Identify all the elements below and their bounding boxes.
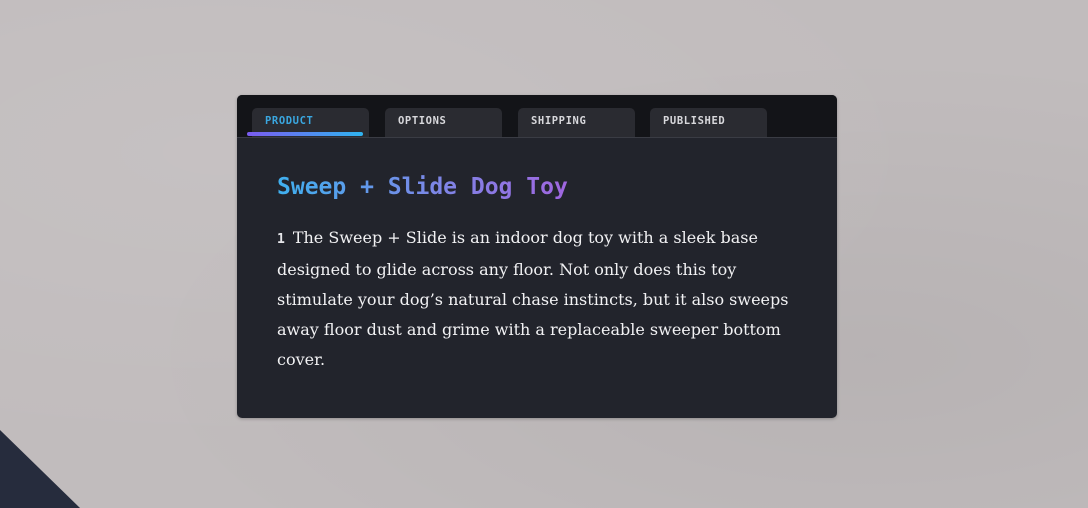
- corner-decoration: [0, 430, 80, 508]
- tab-published[interactable]: PUBLISHED: [650, 108, 767, 137]
- active-tab-indicator: [247, 132, 363, 136]
- product-description-text: The Sweep + Slide is an indoor dog toy w…: [277, 228, 789, 369]
- tab-product-label: PRODUCT: [265, 115, 314, 127]
- tab-published-label: PUBLISHED: [663, 115, 726, 127]
- product-title: Sweep + Slide Dog Toy: [277, 174, 568, 200]
- paragraph-number: 1: [277, 232, 285, 247]
- tab-shipping[interactable]: SHIPPING: [518, 108, 635, 137]
- tab-options[interactable]: OPTIONS: [385, 108, 502, 137]
- product-editor-panel: PRODUCT OPTIONS SHIPPING PUBLISHED Sweep…: [237, 95, 837, 418]
- product-description: 1 The Sweep + Slide is an indoor dog toy …: [277, 223, 805, 375]
- tab-options-label: OPTIONS: [398, 115, 447, 127]
- tab-content: Sweep + Slide Dog Toy 1 The Sweep + Slide…: [237, 138, 837, 375]
- tab-shipping-label: SHIPPING: [531, 115, 587, 127]
- tab-bar: PRODUCT OPTIONS SHIPPING PUBLISHED: [237, 95, 837, 138]
